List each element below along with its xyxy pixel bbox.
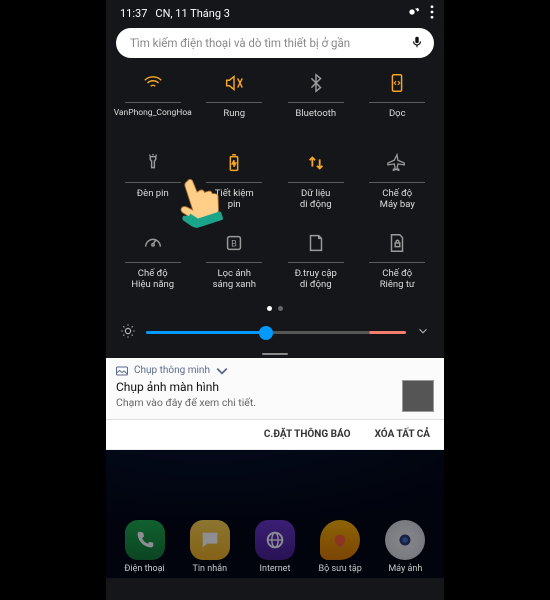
app-gallery[interactable]: Bộ sưu tập [311,520,369,574]
notification-subtitle: Chạm vào đây để xem chi tiết. [116,396,434,409]
chevron-down-icon[interactable] [416,324,430,341]
tile-sound[interactable]: Rung [194,68,276,144]
notif-settings-button[interactable]: C.ĐẶT THÔNG BÁO [264,429,351,440]
tile-airplane[interactable]: Chế độ Máy bay [357,148,439,224]
page-indicator [106,304,444,319]
svg-text:B: B [231,240,237,250]
tile-bluelight[interactable]: B Lọc ánh sáng xanh [194,228,276,304]
tile-label: Bluetooth [295,108,336,119]
app-messages[interactable]: Tin nhắn [181,520,239,574]
brightness-slider[interactable] [146,331,406,334]
more-icon[interactable] [430,5,434,22]
tile-hotspot[interactable]: Đ.truy cập di động [275,228,357,304]
app-label: Internet [260,564,291,574]
status-time: 11:37 [120,7,147,20]
phone-frame: 11:37 CN, 11 Tháng 3 Tìm kiếm điện thoại… [106,0,444,600]
tile-label: Dọc [389,108,406,119]
notification-thumbnail[interactable] [402,380,434,412]
app-label: Máy ảnh [388,564,422,574]
app-camera[interactable]: Máy ảnh [376,520,434,574]
tile-label: Rung [223,108,245,119]
tile-label: Chế độ Riêng tư [380,268,415,291]
app-phone[interactable]: Điện thoại [116,520,174,574]
clear-all-button[interactable]: XÓA TẤT CẢ [375,429,430,440]
tile-bluetooth[interactable]: Bluetooth [275,68,357,144]
app-label: Tin nhắn [193,564,228,574]
tile-private[interactable]: Chế độ Riêng tư [357,228,439,304]
home-screen: Điện thoại Tin nhắn Internet Bộ sưu tập … [106,450,444,578]
quick-settings-grid: VanPhong_CongHoa Rung Bluetooth Dọc Đèn … [106,66,444,304]
notification-actions: C.ĐẶT THÔNG BÁO XÓA TẤT CẢ [106,420,444,450]
tile-mobile-data[interactable]: Dữ liệu di động [275,148,357,224]
brightness-thumb[interactable] [259,326,273,340]
app-label: Bộ sưu tập [319,564,362,574]
image-icon [116,366,128,376]
tile-label: Đ.truy cập di động [295,268,337,291]
tile-label: Lọc ánh sáng xanh [213,268,256,291]
gear-icon[interactable] [404,4,420,23]
panel-drag-handle[interactable] [106,350,444,358]
tile-label: Chế độ Máy bay [380,188,415,211]
tile-label: VanPhong_CongHoa [114,108,192,118]
notification-title: Chụp ảnh màn hình [116,380,434,394]
chevron-down-icon[interactable] [216,366,228,376]
dock: Điện thoại Tin nhắn Internet Bộ sưu tập … [106,520,444,574]
mic-icon[interactable] [410,35,424,52]
app-label: Điện thoại [124,564,164,574]
status-date: CN, 11 Tháng 3 [155,7,230,20]
search-placeholder: Tìm kiếm điện thoại và dò tìm thiết bị ở… [130,36,410,50]
brightness-icon [120,323,136,342]
tile-label: Chế độ Hiệu năng [131,268,174,291]
notification-app-row: Chụp thông minh [116,365,434,376]
status-bar: 11:37 CN, 11 Tháng 3 [106,0,444,22]
notification-app-name: Chụp thông minh [134,365,210,376]
search-input[interactable]: Tìm kiếm điện thoại và dò tìm thiết bị ở… [116,28,434,58]
notification-card[interactable]: Chụp thông minh Chụp ảnh màn hình Chạm v… [106,358,444,420]
tile-label: Dữ liệu di động [300,188,332,211]
app-internet[interactable]: Internet [246,520,304,574]
brightness-row [106,319,444,350]
tile-rotation[interactable]: Dọc [357,68,439,144]
tile-wifi[interactable]: VanPhong_CongHoa [112,68,194,144]
